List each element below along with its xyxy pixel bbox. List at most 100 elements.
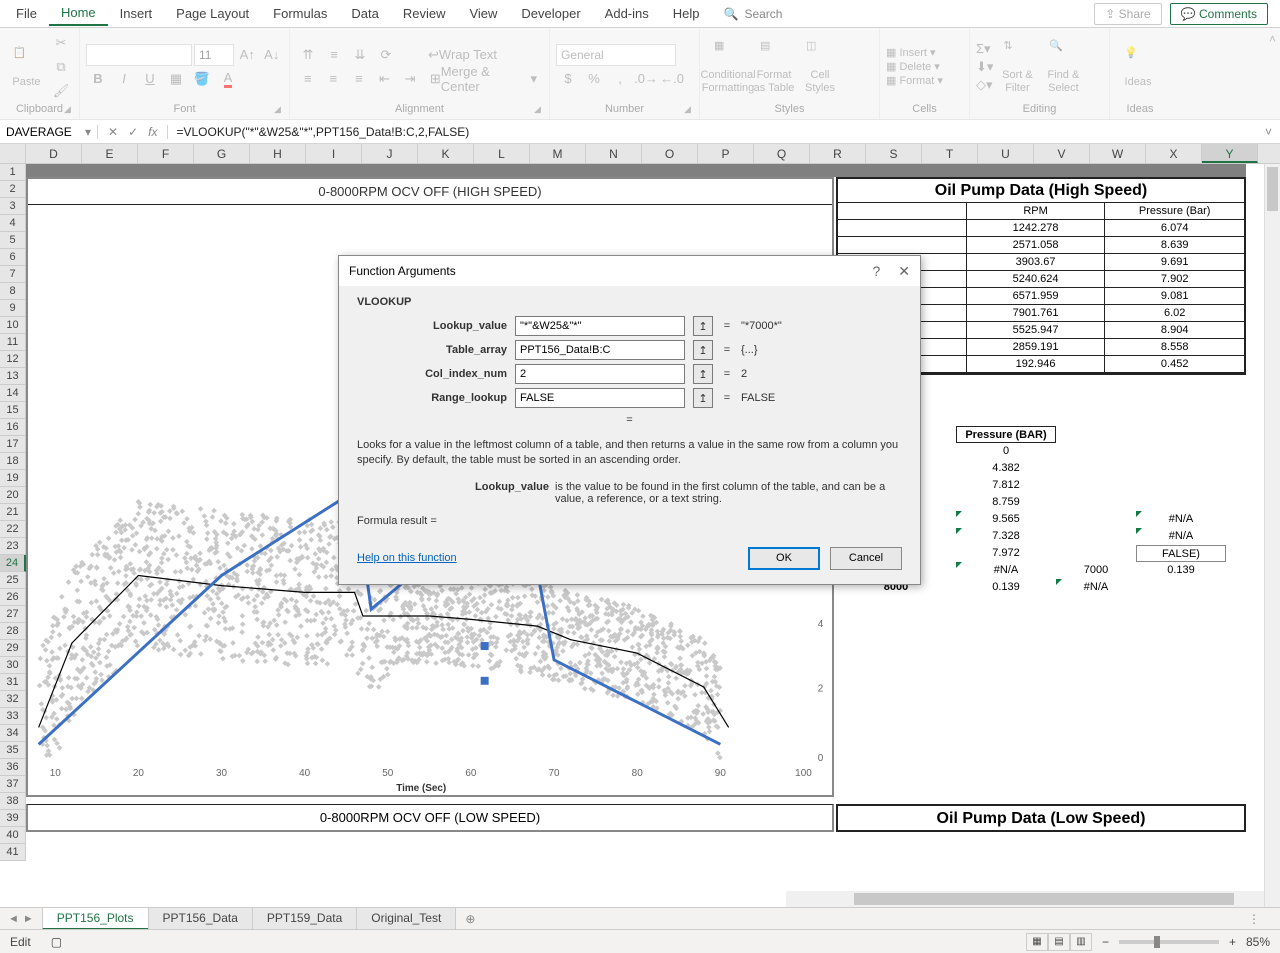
row-header[interactable]: 24 <box>0 555 26 572</box>
row-header[interactable]: 30 <box>0 657 26 674</box>
add-sheet-button[interactable]: ⊕ <box>455 909 485 929</box>
cond-format-button[interactable]: ▦Conditional Formatting <box>706 37 750 97</box>
sheet-tab[interactable]: Original_Test <box>356 908 456 930</box>
row-header[interactable]: 15 <box>0 402 26 419</box>
row-header[interactable]: 39 <box>0 810 26 827</box>
delete-cells-button[interactable]: ▦ Delete ▾ <box>886 60 963 73</box>
sort-filter-button[interactable]: ⇅Sort & Filter <box>995 37 1039 97</box>
ok-button[interactable]: OK <box>748 547 820 570</box>
insert-cells-button[interactable]: ▦ Insert ▾ <box>886 46 963 59</box>
row-header[interactable]: 23 <box>0 538 26 555</box>
sheet-tab[interactable]: PPT159_Data <box>252 908 357 930</box>
row-header[interactable]: 13 <box>0 368 26 385</box>
row-header[interactable]: 16 <box>0 419 26 436</box>
fill-icon[interactable]: ⬇▾ <box>976 59 993 75</box>
column-header[interactable]: N <box>586 144 642 163</box>
format-table-button[interactable]: ▤Format as Table <box>752 37 796 97</box>
column-header[interactable]: L <box>474 144 530 163</box>
cancel-formula-icon[interactable]: ✕ <box>108 125 118 139</box>
indent-dec-button[interactable]: ⇤ <box>373 68 397 90</box>
alignment-launcher-icon[interactable]: ◢ <box>534 104 546 116</box>
column-header[interactable]: V <box>1034 144 1090 163</box>
menu-developer[interactable]: Developer <box>509 2 592 25</box>
column-header[interactable]: K <box>418 144 474 163</box>
macro-record-icon[interactable]: ▢ <box>51 935 62 949</box>
row-header[interactable]: 18 <box>0 453 26 470</box>
clipboard-launcher-icon[interactable]: ◢ <box>64 104 76 116</box>
menu-review[interactable]: Review <box>391 2 458 25</box>
sheet-tab[interactable]: PPT156_Data <box>148 908 253 930</box>
column-header[interactable]: O <box>642 144 698 163</box>
align-right-button[interactable]: ≡ <box>347 68 371 90</box>
column-header[interactable]: J <box>362 144 418 163</box>
orientation-button[interactable]: ⟳ <box>374 44 398 66</box>
indent-inc-button[interactable]: ⇥ <box>398 68 422 90</box>
font-color-button[interactable]: A <box>216 68 240 90</box>
column-header[interactable]: X <box>1146 144 1202 163</box>
column-header[interactable]: P <box>698 144 754 163</box>
align-left-button[interactable]: ≡ <box>296 68 320 90</box>
column-header[interactable]: F <box>138 144 194 163</box>
find-select-button[interactable]: 🔍Find & Select <box>1041 37 1085 97</box>
column-header[interactable]: R <box>810 144 866 163</box>
row-header[interactable]: 14 <box>0 385 26 402</box>
comma-button[interactable]: , <box>608 68 632 90</box>
column-header[interactable]: T <box>922 144 978 163</box>
zoom-in-button[interactable]: + <box>1229 935 1236 949</box>
menu-formulas[interactable]: Formulas <box>261 2 339 25</box>
row-header[interactable]: 1 <box>0 164 26 181</box>
row-header[interactable]: 33 <box>0 708 26 725</box>
font-size-select[interactable] <box>194 44 234 66</box>
italic-button[interactable]: I <box>112 68 136 90</box>
fx-icon[interactable]: fx <box>148 125 157 139</box>
cancel-button[interactable]: Cancel <box>830 547 902 570</box>
align-top-button[interactable]: ⇈ <box>296 44 320 66</box>
number-format-select[interactable] <box>556 44 676 66</box>
menu-help[interactable]: Help <box>661 2 712 25</box>
column-header[interactable]: W <box>1090 144 1146 163</box>
cell-styles-button[interactable]: ◫Cell Styles <box>798 37 842 97</box>
row-header[interactable]: 6 <box>0 249 26 266</box>
format-cells-button[interactable]: ▦ Format ▾ <box>886 74 963 87</box>
horizontal-scrollbar[interactable] <box>786 891 1264 907</box>
row-header[interactable]: 32 <box>0 691 26 708</box>
autosum-icon[interactable]: Σ▾ <box>976 41 993 57</box>
column-header[interactable]: S <box>866 144 922 163</box>
currency-button[interactable]: $ <box>556 68 580 90</box>
vertical-scrollbar[interactable] <box>1264 164 1280 907</box>
dec-decimal-button[interactable]: ←.0 <box>660 68 684 90</box>
range-select-icon[interactable]: ↥ <box>693 316 713 336</box>
view-normal-button[interactable]: ▦ <box>1026 933 1048 951</box>
row-header[interactable]: 11 <box>0 334 26 351</box>
clear-icon[interactable]: ◇▾ <box>976 77 993 93</box>
row-header[interactable]: 35 <box>0 742 26 759</box>
column-header[interactable]: I <box>306 144 362 163</box>
align-bottom-button[interactable]: ⇊ <box>348 44 372 66</box>
row-header[interactable]: 26 <box>0 589 26 606</box>
paste-button[interactable]: 📋 Paste <box>6 37 47 97</box>
formula-input[interactable] <box>168 125 1257 139</box>
fill-color-button[interactable]: 🪣 <box>190 68 214 90</box>
row-header[interactable]: 8 <box>0 283 26 300</box>
row-header[interactable]: 36 <box>0 759 26 776</box>
help-link[interactable]: Help on this function <box>357 552 457 564</box>
enter-formula-icon[interactable]: ✓ <box>128 125 138 139</box>
row-header[interactable]: 40 <box>0 827 26 844</box>
dlg-input-1[interactable] <box>515 340 685 360</box>
menu-addins[interactable]: Add-ins <box>593 2 661 25</box>
inc-decimal-button[interactable]: .0→ <box>634 68 658 90</box>
ribbon-collapse-button[interactable]: ˄ <box>1265 28 1280 119</box>
column-header[interactable]: U <box>978 144 1034 163</box>
border-button[interactable]: ▦ <box>164 68 188 90</box>
search-box[interactable]: 🔍 Search <box>724 7 783 21</box>
tab-next-icon[interactable]: ► <box>23 913 34 925</box>
column-header[interactable]: M <box>530 144 586 163</box>
row-header[interactable]: 21 <box>0 504 26 521</box>
column-header[interactable]: H <box>250 144 306 163</box>
help-icon[interactable]: ? <box>872 263 880 280</box>
format-painter-button[interactable]: 🖌 <box>49 80 73 102</box>
menu-insert[interactable]: Insert <box>108 2 165 25</box>
font-launcher-icon[interactable]: ◢ <box>274 104 286 116</box>
underline-button[interactable]: U <box>138 68 162 90</box>
row-header[interactable]: 31 <box>0 674 26 691</box>
